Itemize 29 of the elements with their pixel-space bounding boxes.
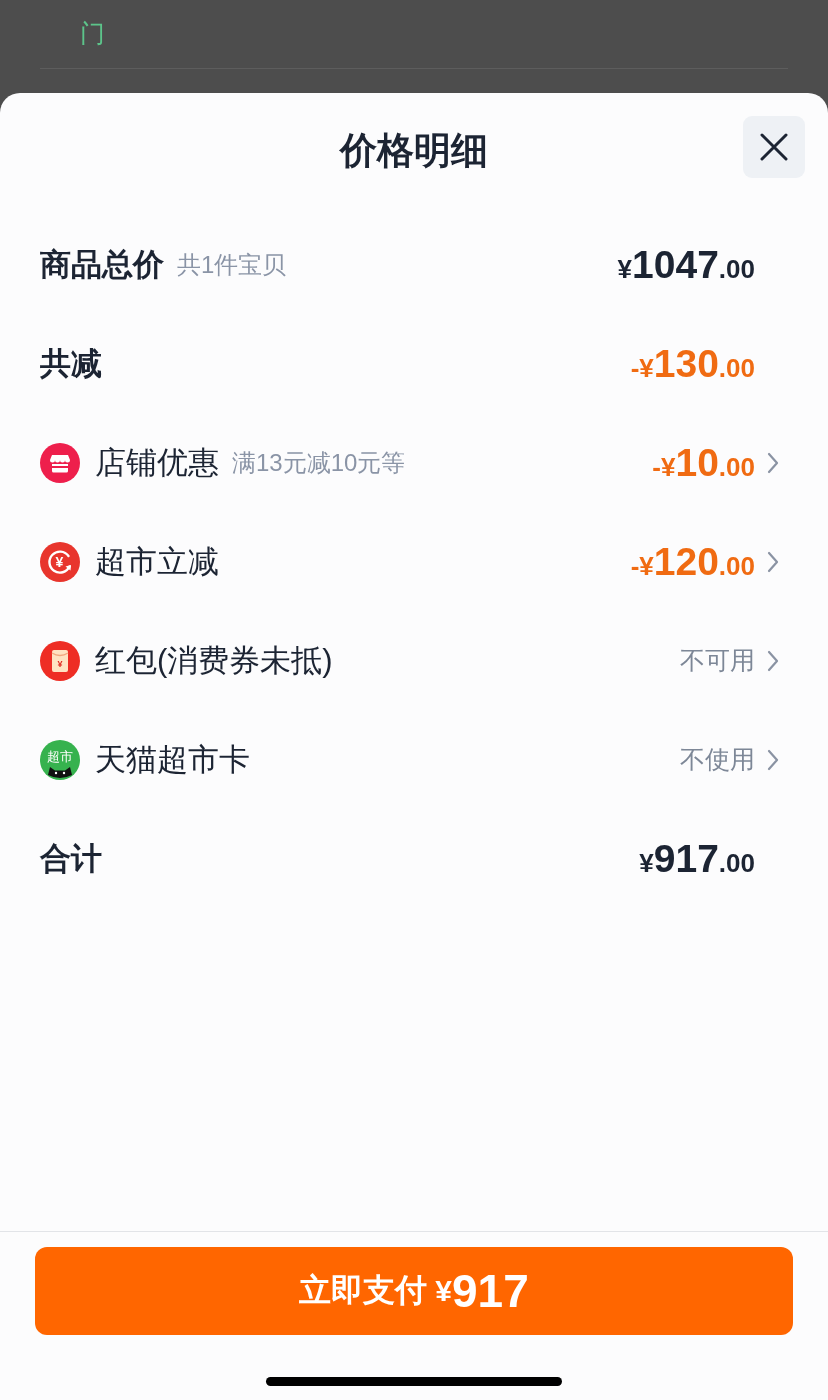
- row-label: 商品总价: [40, 245, 164, 284]
- amount-text: -¥10.00: [652, 443, 755, 482]
- chevron-icon[interactable]: [767, 649, 779, 672]
- amount-text: ¥1047.00: [617, 245, 755, 284]
- store-icon: [40, 442, 80, 483]
- row-label: 天猫超市卡: [95, 740, 250, 779]
- row-label: 超市立减: [95, 542, 219, 581]
- row-note: 共1件宝贝: [177, 249, 287, 280]
- row-label: 共减: [40, 344, 102, 383]
- service-link-text: 门: [80, 18, 105, 48]
- amount-text: ¥917.00: [639, 839, 755, 878]
- close-icon: [759, 132, 789, 162]
- pay-button[interactable]: 立即支付 ¥917: [35, 1247, 793, 1335]
- amount-text: -¥120.00: [630, 542, 755, 581]
- row-label: 合计: [40, 839, 102, 878]
- row-label: 店铺优惠: [95, 443, 219, 482]
- chevron-icon[interactable]: [767, 550, 779, 573]
- amount-text: -¥130.00: [630, 344, 755, 383]
- chevron-icon[interactable]: [767, 451, 779, 474]
- yuan-refresh-icon: ¥: [40, 541, 80, 582]
- supermarket-badge-icon: 超市: [40, 739, 80, 780]
- row-note: 满13元减10元等: [232, 447, 406, 478]
- envelope-icon: ¥: [40, 640, 80, 681]
- row-label: 红包(消费券未抵): [95, 641, 333, 680]
- close-button[interactable]: [743, 116, 805, 178]
- chevron-icon[interactable]: [767, 748, 779, 771]
- status-text[interactable]: 不可用: [680, 644, 755, 677]
- sheet-title: 价格明细: [340, 129, 488, 173]
- status-text[interactable]: 不使用: [680, 743, 755, 776]
